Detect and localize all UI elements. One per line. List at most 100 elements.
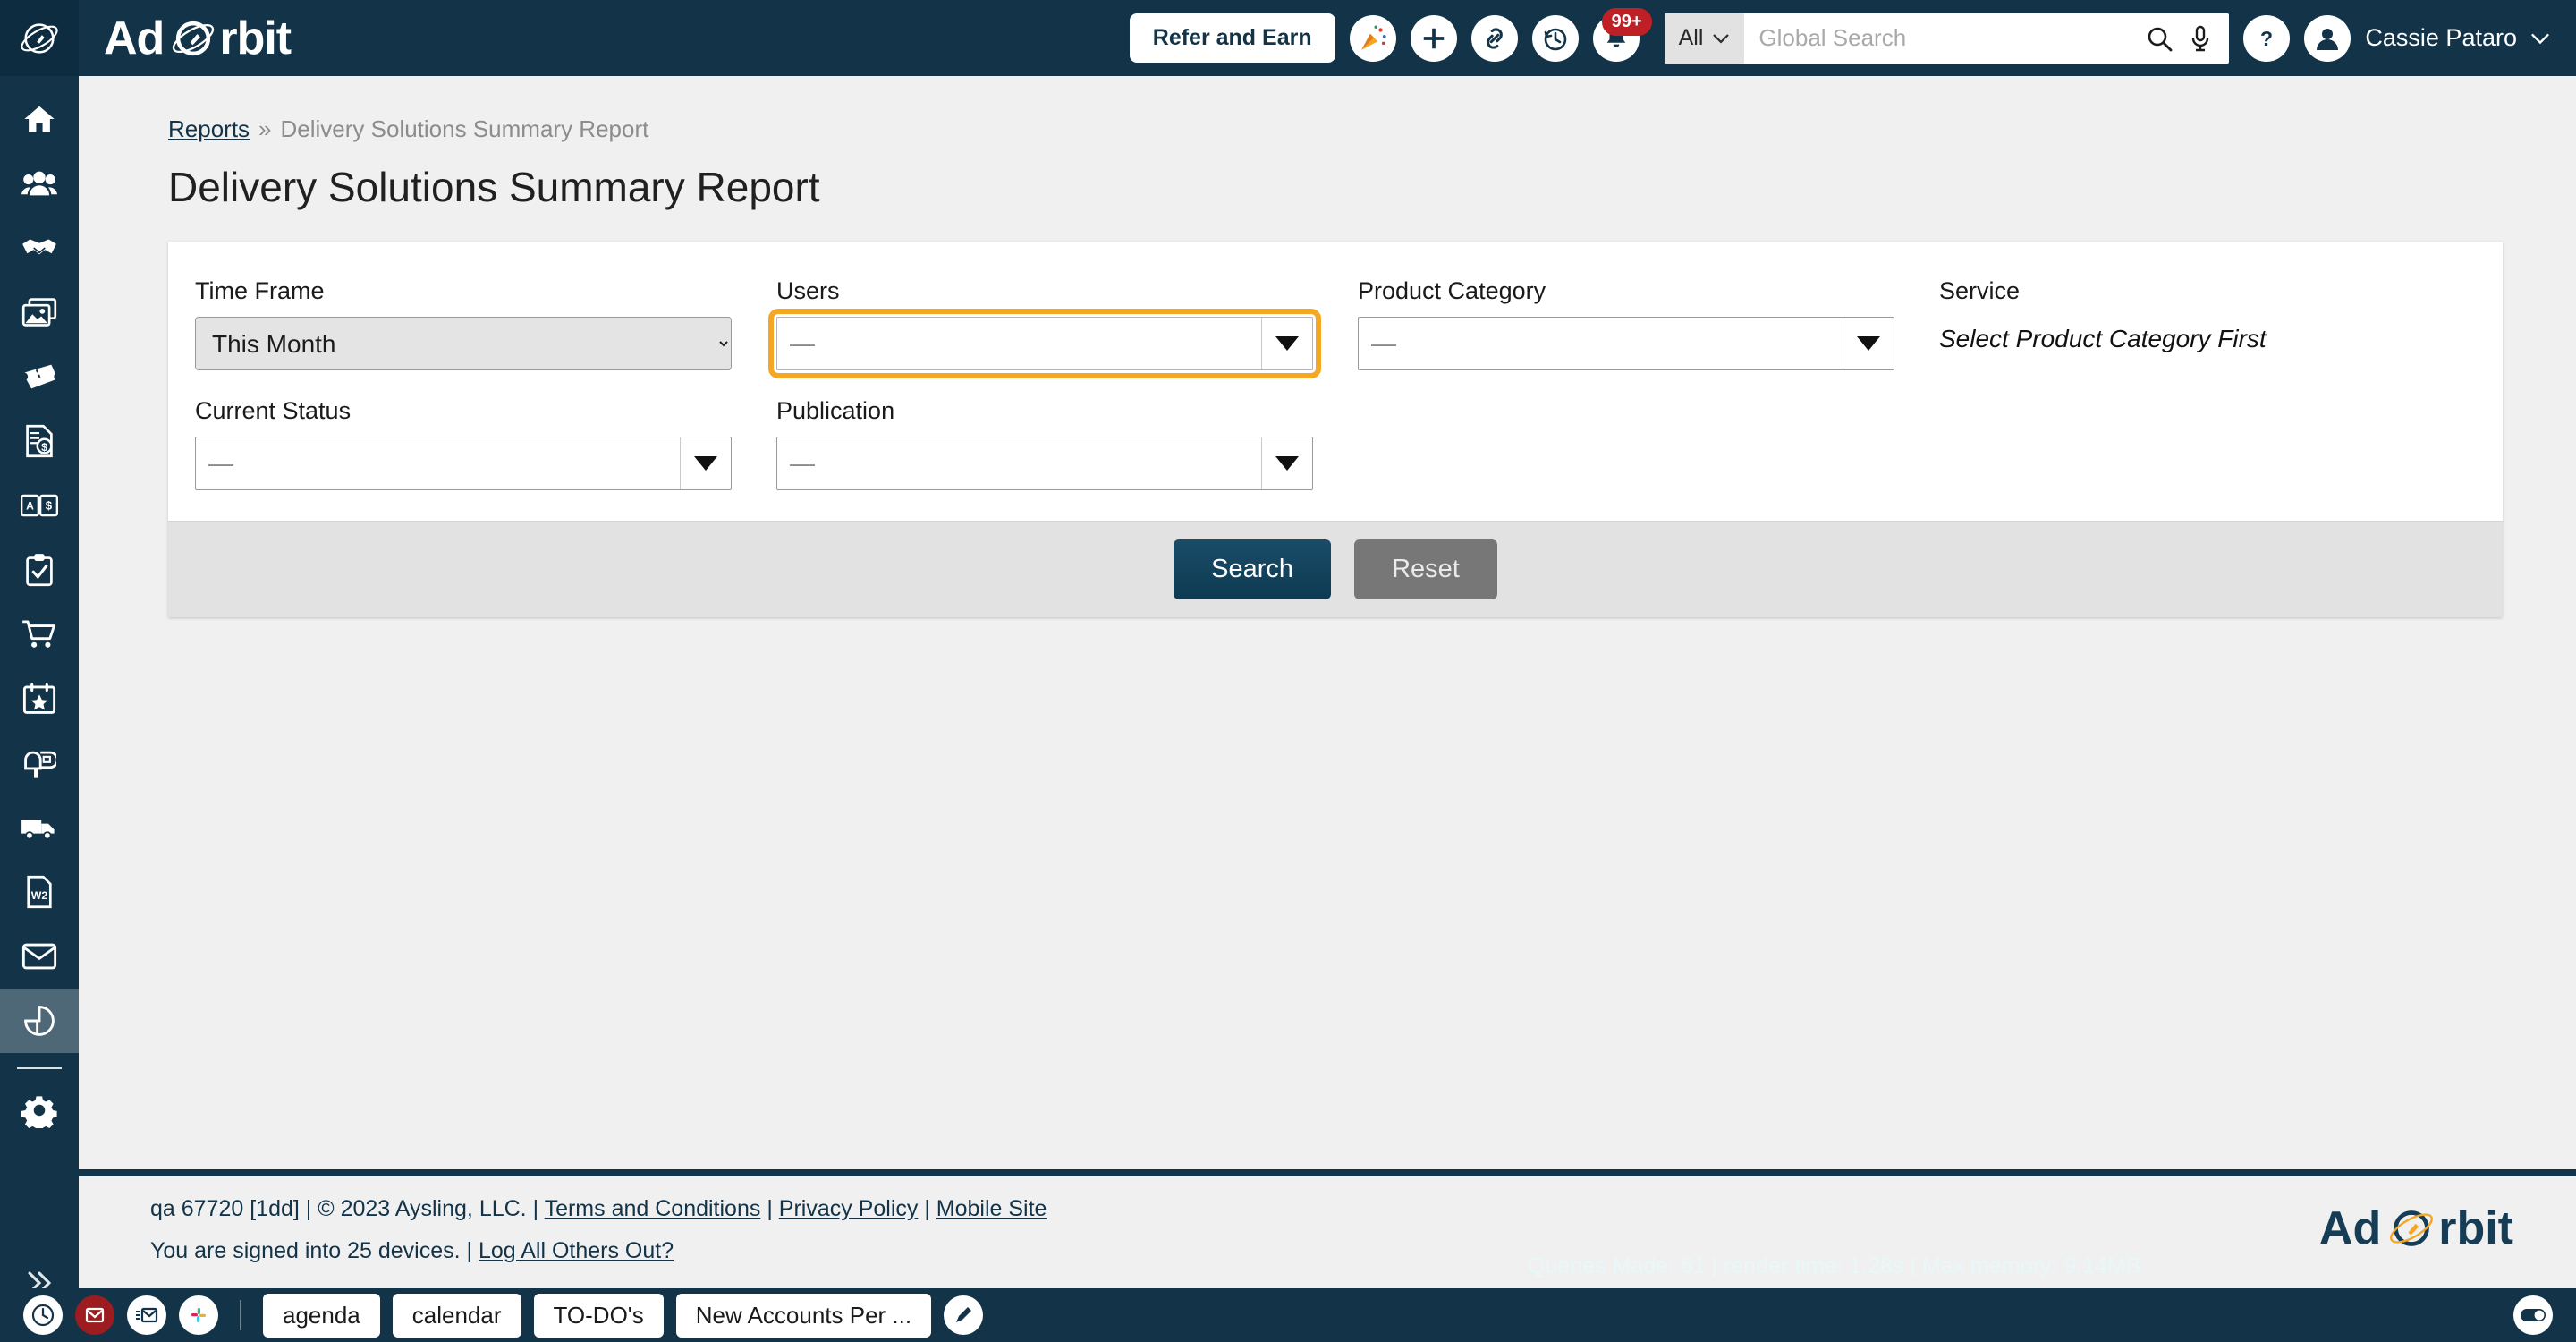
sidebar-item-email[interactable] [0, 924, 79, 989]
footer-logo-rbit: rbit [2438, 1202, 2513, 1254]
reports-pie-icon [24, 1006, 55, 1036]
field-publication: Publication — [776, 397, 1358, 490]
sidebar-item-tasks[interactable] [0, 538, 79, 602]
search-icon[interactable] [2145, 24, 2174, 53]
brand[interactable]: Ad rbit [104, 12, 292, 65]
service-note: Select Product Category First [1939, 325, 2267, 352]
task-button-new-accounts[interactable]: New Accounts Per ... [675, 1293, 932, 1338]
svg-text:$: $ [41, 441, 47, 454]
top-header-bar: Ad rbit Refer and Earn 99+ All Global Se… [0, 0, 2576, 76]
sidebar-item-contacts[interactable] [0, 151, 79, 216]
chevron-down-icon [1262, 437, 1312, 489]
party-popper-icon[interactable] [1349, 14, 1396, 62]
footer-copyright: © 2023 Aysling, LLC. [318, 1196, 527, 1221]
search-button[interactable]: Search [1174, 539, 1332, 599]
clock-glyph [31, 1304, 55, 1327]
current-status-dropdown[interactable]: — [195, 437, 732, 490]
svg-text:A: A [26, 499, 34, 512]
avatar-icon[interactable] [2304, 14, 2351, 62]
filter-row-2: Current Status — Publication — [195, 397, 2476, 490]
tickets-icon [24, 364, 55, 389]
product-category-label: Product Category [1358, 277, 1546, 304]
page-footer: qa 67720 [1dd] | © 2023 Aysling, LLC. | … [79, 1169, 2576, 1288]
breadcrumb-separator: » [258, 115, 272, 142]
envelope-lines-glyph [136, 1307, 158, 1323]
task-button-calendar[interactable]: calendar [392, 1293, 521, 1338]
sidebar-item-deals[interactable] [0, 216, 79, 280]
chevron-down-icon [1713, 33, 1730, 44]
field-time-frame: Time Frame This Month [195, 277, 776, 370]
filter-panel: Time Frame This Month Users — Product Ca… [168, 242, 2503, 617]
search-scope-label: All [1678, 25, 1704, 50]
users-dropdown[interactable]: — [768, 309, 1321, 378]
plus-glyph [1423, 28, 1444, 48]
terms-link[interactable]: Terms and Conditions [545, 1196, 761, 1221]
home-icon [24, 106, 55, 132]
media-images-icon [21, 298, 57, 327]
sidebar-item-media[interactable] [0, 280, 79, 344]
svg-text:W2: W2 [31, 889, 48, 902]
w2-document-icon: W2 [27, 875, 52, 909]
clock-icon[interactable] [23, 1295, 63, 1335]
history-icon[interactable] [1531, 14, 1579, 62]
microphone-icon[interactable] [2188, 24, 2213, 53]
sidebar-item-w2[interactable]: W2 [0, 860, 79, 924]
bell-icon[interactable]: 99+ [1592, 7, 1652, 62]
link-glyph [1486, 27, 1503, 49]
breadcrumb-link-reports[interactable]: Reports [168, 115, 250, 143]
pencil-icon[interactable] [944, 1295, 984, 1335]
slack-glyph [191, 1308, 206, 1322]
field-product-category: Product Category — [1358, 277, 1939, 370]
logo-tile[interactable] [0, 0, 79, 76]
footer-logo: Ad rbit [2319, 1202, 2513, 1255]
sidebar-item-home[interactable] [0, 87, 79, 151]
help-icon[interactable]: ? [2243, 14, 2291, 62]
toggle-glyph [2521, 1309, 2546, 1321]
mail-icon[interactable] [127, 1295, 166, 1335]
time-frame-label: Time Frame [195, 277, 325, 304]
privacy-link[interactable]: Privacy Policy [779, 1196, 919, 1221]
reset-button[interactable]: Reset [1354, 539, 1497, 599]
envelope-icon [21, 943, 57, 970]
users-value: — [777, 318, 1262, 369]
taskbar-divider [240, 1300, 242, 1330]
search-scope-dropdown[interactable]: All [1664, 13, 1745, 64]
plus-icon[interactable] [1410, 14, 1457, 62]
chevron-down-icon [1262, 318, 1312, 369]
task-button-todos[interactable]: TO-DO's [533, 1293, 664, 1338]
slack-icon[interactable] [179, 1295, 218, 1335]
sidebar-item-events[interactable] [0, 667, 79, 731]
sidebar-item-mailbox[interactable] [0, 731, 79, 795]
filter-panel-body: Time Frame This Month Users — Product Ca… [168, 242, 2503, 521]
toggle-icon[interactable] [2513, 1295, 2553, 1335]
users-label: Users [776, 277, 840, 304]
orbit-logo-icon [21, 22, 58, 54]
time-frame-select[interactable]: This Month [195, 317, 732, 370]
mail-red-icon[interactable] [75, 1295, 114, 1335]
sidebar-item-tickets[interactable] [0, 344, 79, 409]
chevron-down-icon [2531, 33, 2549, 44]
chevron-down-icon [681, 437, 731, 489]
sidebar-item-settings[interactable] [0, 1078, 79, 1142]
notification-badge: 99+ [1601, 7, 1652, 36]
sidebar-item-ap-ar[interactable]: A $ [0, 473, 79, 538]
global-search-input[interactable] [1744, 13, 2130, 64]
header-actions: Refer and Earn 99+ All Global Search ? C… [1129, 7, 2576, 64]
people-icon [21, 171, 57, 196]
product-category-dropdown[interactable]: — [1358, 317, 1894, 370]
clipboard-check-icon [26, 554, 53, 587]
publication-dropdown[interactable]: — [776, 437, 1313, 490]
log-all-out-link[interactable]: Log All Others Out? [479, 1238, 674, 1263]
user-menu[interactable]: Cassie Pataro [2365, 24, 2551, 52]
sidebar-item-invoices[interactable]: $ [0, 409, 79, 473]
mobile-site-link[interactable]: Mobile Site [936, 1196, 1047, 1221]
footer-devices-line: You are signed into 25 devices. | Log Al… [150, 1238, 2576, 1264]
brand-orbit-o-icon [173, 21, 215, 55]
sidebar-item-distribution[interactable] [0, 795, 79, 860]
refer-and-earn-button[interactable]: Refer and Earn [1129, 13, 1335, 63]
sidebar-item-orders[interactable] [0, 602, 79, 667]
link-icon[interactable] [1470, 14, 1518, 62]
footer-sep: | [767, 1196, 773, 1221]
task-button-agenda[interactable]: agenda [263, 1293, 380, 1338]
sidebar-item-reports[interactable] [0, 989, 79, 1053]
